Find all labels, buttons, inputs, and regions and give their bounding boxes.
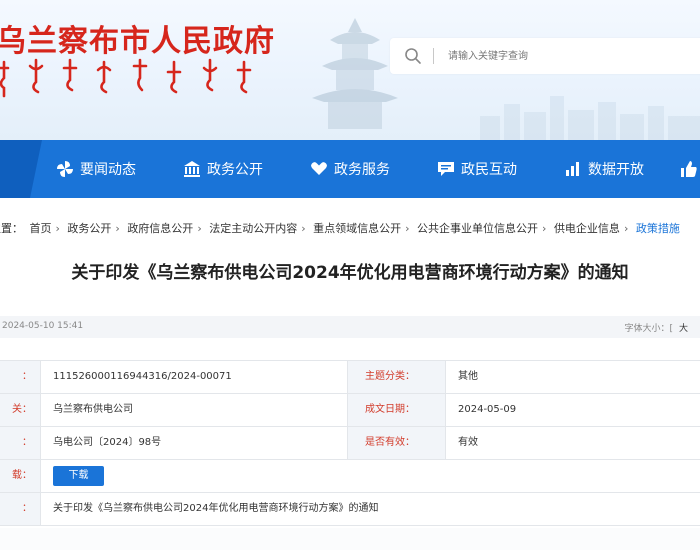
font-size-label: 字体大小：[ [624, 324, 673, 334]
breadcrumb-item[interactable]: 政务公开 [67, 222, 111, 235]
written-date-label: 成文日期： [347, 394, 445, 426]
thumbs-up-icon [681, 161, 697, 177]
site-title[interactable]: 乌兰察布市人民政府 [0, 16, 275, 60]
nav-item-open-data[interactable]: 数据开放 [564, 140, 644, 198]
nav-item-more[interactable] [680, 140, 698, 198]
search-input[interactable] [448, 38, 698, 74]
written-date-value: 2024-05-09 [445, 394, 700, 426]
breadcrumb-prefix: 位置： [0, 222, 23, 235]
nav-item-interaction[interactable]: 政民互动 [437, 140, 517, 198]
breadcrumb-item[interactable]: 重点领域信息公开 [313, 222, 401, 235]
validity-value: 有效 [445, 427, 700, 459]
chat-icon [438, 162, 454, 176]
font-size-large-option[interactable]: 大 [679, 324, 688, 334]
doc-name-value: 关于印发《乌兰察布供电公司2024年优化用电营商环境行动方案》的通知 [40, 493, 700, 525]
breadcrumb-item[interactable]: 法定主动公开内容 [209, 222, 297, 235]
breadcrumb-item-current[interactable]: 政策措施 [636, 222, 680, 235]
search-icon[interactable] [404, 47, 422, 65]
nav-home-tab[interactable] [0, 140, 42, 198]
document-info-table: ： 111526000116944316/2024-00071 主题分类： 其他… [0, 360, 700, 526]
breadcrumb-separator: › [115, 222, 120, 235]
topic-value: 其他 [445, 361, 700, 393]
mongolian-script-logo [0, 58, 252, 98]
breadcrumb-item[interactable]: 政府信息公开 [127, 222, 193, 235]
nav-item-news[interactable]: 要闻动态 [56, 140, 136, 198]
doc-name-label: ： [0, 493, 40, 525]
nav-item-label: 政民互动 [461, 162, 517, 178]
nav-item-label: 要闻动态 [80, 162, 136, 178]
bar-chart-icon [566, 162, 579, 176]
breadcrumb-separator: › [405, 222, 410, 235]
issuing-agency-value: 乌兰察布供电公司 [40, 394, 347, 426]
issuing-agency-label: 关： [0, 394, 40, 426]
attachment-value: 下载 [40, 460, 700, 492]
breadcrumb-separator: › [542, 222, 547, 235]
table-row: 关： 乌兰察布供电公司 成文日期： 2024-05-09 [0, 394, 700, 427]
table-row: ： 111526000116944316/2024-00071 主题分类： 其他 [0, 361, 700, 394]
nav-item-label: 政务公开 [207, 162, 263, 178]
building-icon [184, 161, 200, 177]
breadcrumb-separator: › [623, 222, 629, 235]
breadcrumb-item[interactable]: 首页 [30, 222, 52, 235]
breadcrumb-separator: › [55, 222, 60, 235]
search-divider [433, 48, 434, 64]
pinwheel-icon [57, 161, 73, 177]
breadcrumb: 位置： 首页› 政务公开› 政府信息公开› 法定主动公开内容› 重点领域信息公开… [0, 220, 700, 238]
breadcrumb-separator: › [197, 222, 202, 235]
nav-item-gov-affairs[interactable]: 政务公开 [183, 140, 263, 198]
table-row: ： 乌电公司〔2024〕98号 是否有效： 有效 [0, 427, 700, 460]
font-size-control: 字体大小：[ 大 [624, 321, 688, 334]
heart-hands-icon [311, 162, 327, 175]
header-banner: 乌兰察布市人民政府 [0, 0, 700, 140]
validity-label: 是否有效： [347, 427, 445, 459]
page-bottom-area [0, 528, 700, 550]
table-row: ： 关于印发《乌兰察布供电公司2024年优化用电营商环境行动方案》的通知 [0, 493, 700, 526]
main-nav: 要闻动态 政务公开 政务服务 政民互动 数据开放 [0, 140, 700, 198]
publish-date: 2024-05-10 15:41 [2, 321, 84, 331]
nav-item-services[interactable]: 政务服务 [310, 140, 390, 198]
doc-number-label: ： [0, 427, 40, 459]
breadcrumb-item[interactable]: 公共企事业单位信息公开 [417, 222, 538, 235]
download-button[interactable]: 下载 [53, 466, 104, 486]
article-meta-bar: 2024-05-10 15:41 字体大小：[ 大 [0, 316, 700, 338]
index-number-label: ： [0, 361, 40, 393]
nav-item-label: 数据开放 [588, 162, 644, 178]
search-box[interactable] [390, 38, 700, 74]
nav-item-label: 政务服务 [334, 162, 390, 178]
breadcrumb-separator: › [301, 222, 306, 235]
attachment-label: 载： [0, 460, 40, 492]
table-row: 载： 下载 [0, 460, 700, 493]
index-number-value: 111526000116944316/2024-00071 [40, 361, 347, 393]
topic-label: 主题分类： [347, 361, 445, 393]
breadcrumb-item[interactable]: 供电企业信息 [554, 222, 620, 235]
page-title: 关于印发《乌兰察布供电公司2024年优化用电营商环境行动方案》的通知 [71, 263, 629, 283]
skyline-illustration [480, 96, 700, 140]
doc-number-value: 乌电公司〔2024〕98号 [40, 427, 347, 459]
